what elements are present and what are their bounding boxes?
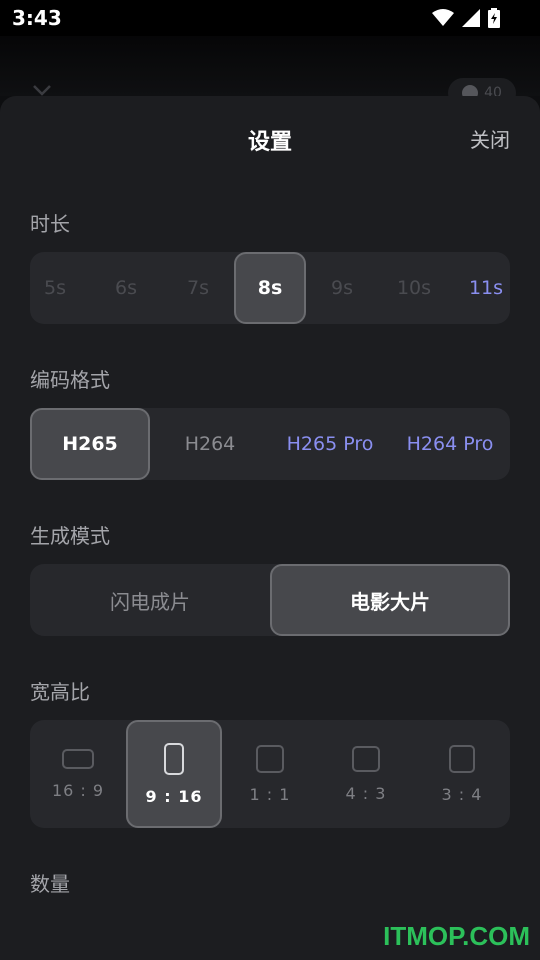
duration-option[interactable]: 7s (162, 252, 234, 324)
status-time: 3:43 (12, 6, 62, 30)
mode-option-flash[interactable]: 闪电成片 (30, 564, 270, 636)
background-screen: 40 (0, 36, 540, 108)
codec-option-selected[interactable]: H265 (30, 408, 150, 480)
aspect-option-16-9[interactable]: 16 : 9 (30, 720, 126, 828)
status-bar: 3:43 (0, 0, 540, 36)
aspect-option-label: 3 : 4 (441, 784, 483, 804)
aspect-option-label: 9 : 16 (145, 786, 203, 806)
codec-selector: H265 H264 H265 Pro H264 Pro (30, 408, 510, 480)
portrait-frame-icon (449, 744, 475, 773)
duration-option-selected[interactable]: 8s (234, 252, 306, 324)
chevron-down-icon (33, 85, 51, 96)
aspect-option-1-1[interactable]: 1 : 1 (222, 720, 318, 828)
duration-selector: 5s 6s 7s 8s 9s 10s 11s (30, 252, 510, 324)
aspect-option-label: 4 : 3 (345, 783, 387, 803)
aspect-option-3-4[interactable]: 3 : 4 (414, 720, 510, 828)
square-frame-icon (256, 744, 284, 773)
status-icons (432, 8, 500, 28)
mode-selector: 闪电成片 电影大片 (30, 564, 510, 636)
codec-label: 编码格式 (30, 368, 110, 392)
watermark-text: ITMOP.COM (383, 921, 530, 951)
wifi-icon (432, 9, 454, 26)
aspect-option-label: 16 : 9 (51, 780, 105, 800)
duration-option[interactable]: 6s (90, 252, 162, 324)
codec-option[interactable]: H264 (150, 408, 270, 480)
quantity-label: 数量 (30, 872, 70, 896)
codec-option[interactable]: H264 Pro (390, 408, 510, 480)
sheet-title: 设置 (247, 130, 292, 155)
signal-icon (462, 9, 480, 27)
mode-label: 生成模式 (30, 524, 110, 548)
duration-label: 时长 (30, 212, 70, 236)
aspect-option-4-3[interactable]: 4 : 3 (318, 720, 414, 828)
close-button[interactable]: 关闭 (470, 124, 510, 153)
aspect-ratio-label: 宽高比 (30, 680, 90, 704)
duration-option[interactable]: 9s (306, 252, 378, 324)
settings-sheet: 设置 关闭 时长 5s 6s 7s 8s 9s 10s 11s 编码格式 H26… (0, 96, 540, 960)
duration-option[interactable]: 5s (30, 252, 80, 324)
duration-option[interactable]: 10s (378, 252, 450, 324)
aspect-option-label: 1 : 1 (249, 784, 291, 804)
aspect-option-9-16-selected[interactable]: 9 : 16 (126, 720, 222, 828)
portrait-frame-icon (164, 742, 184, 775)
mode-option-cinematic-selected[interactable]: 电影大片 (270, 564, 510, 636)
battery-icon (488, 8, 500, 28)
duration-option[interactable]: 11s (450, 252, 522, 324)
aspect-ratio-selector: 16 : 9 9 : 16 1 : 1 4 : 3 3 : 4 (30, 720, 510, 828)
landscape-frame-icon (352, 745, 380, 772)
codec-option[interactable]: H265 Pro (270, 408, 390, 480)
landscape-frame-icon (62, 748, 94, 769)
